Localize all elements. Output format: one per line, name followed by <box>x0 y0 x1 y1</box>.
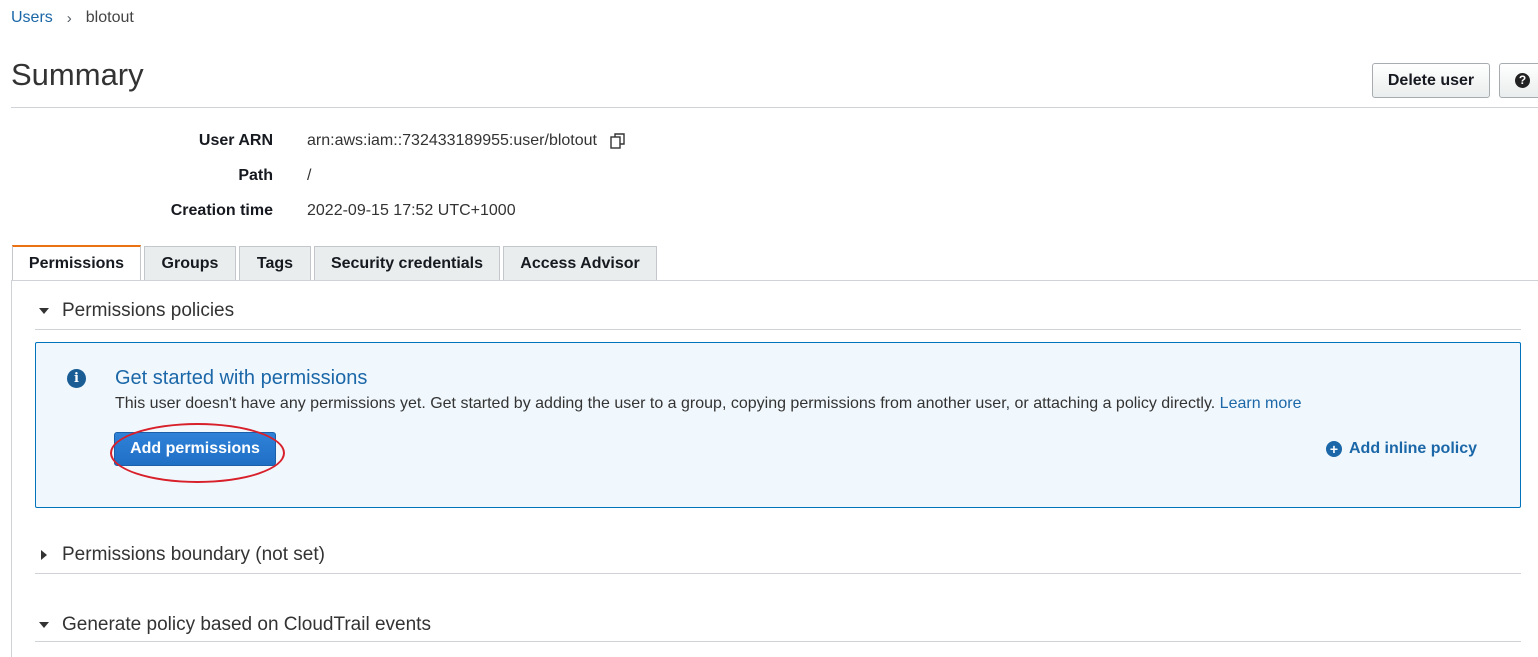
tabs-divider <box>11 280 1538 281</box>
chevron-right-icon: › <box>66 9 72 27</box>
breadcrumb-current: blotout <box>85 9 134 26</box>
section-divider <box>35 573 1521 574</box>
tab-panel-border <box>11 280 12 657</box>
add-inline-policy-link[interactable]: + Add inline policy <box>1326 440 1477 458</box>
path-label: Path <box>238 167 273 184</box>
info-title: Get started with permissions <box>115 367 368 389</box>
permissions-boundary-header[interactable]: Permissions boundary (not set) <box>38 544 325 566</box>
user-arn-text: arn:aws:iam::732433189955:user/blotout <box>307 132 597 149</box>
delete-user-button[interactable]: Delete user <box>1372 63 1490 98</box>
path-value: / <box>307 167 312 184</box>
tab-security-credentials[interactable]: Security credentials <box>314 246 500 281</box>
section-divider <box>35 641 1521 642</box>
generate-policy-header[interactable]: Generate policy based on CloudTrail even… <box>39 614 431 636</box>
title-divider <box>11 107 1538 108</box>
caret-down-icon <box>39 308 49 314</box>
creation-time-label: Creation time <box>170 202 273 219</box>
learn-more-link[interactable]: Learn more <box>1220 395 1302 412</box>
info-icon: i <box>67 369 86 388</box>
section-divider <box>35 329 1521 330</box>
caret-right-icon <box>41 550 47 560</box>
breadcrumb: Users › blotout <box>11 9 134 27</box>
breadcrumb-users-link[interactable]: Users <box>11 9 53 27</box>
tab-groups[interactable]: Groups <box>144 246 236 281</box>
copy-icon[interactable] <box>609 132 627 150</box>
help-button[interactable]: ? <box>1499 63 1538 98</box>
creation-time-value: 2022-09-15 17:52 UTC+1000 <box>307 202 516 219</box>
permissions-policies-header[interactable]: Permissions policies <box>39 300 234 322</box>
info-description: This user doesn't have any permissions y… <box>115 395 1302 413</box>
user-arn-label: User ARN <box>198 132 273 149</box>
add-inline-policy-label: Add inline policy <box>1349 440 1478 457</box>
tab-tags[interactable]: Tags <box>239 246 311 281</box>
page-title: Summary <box>11 57 144 92</box>
permissions-boundary-title: Permissions boundary (not set) <box>62 544 325 565</box>
permissions-policies-title: Permissions policies <box>62 300 235 321</box>
generate-policy-title: Generate policy based on CloudTrail even… <box>62 614 431 635</box>
info-description-text: This user doesn't have any permissions y… <box>115 395 1216 412</box>
plus-circle-icon: + <box>1326 441 1342 457</box>
help-icon: ? <box>1515 73 1530 88</box>
tab-access-advisor[interactable]: Access Advisor <box>503 246 657 281</box>
caret-down-icon <box>39 622 49 628</box>
user-arn-value: arn:aws:iam::732433189955:user/blotout <box>307 132 627 150</box>
tab-permissions[interactable]: Permissions <box>12 245 141 281</box>
highlight-annotation <box>110 423 285 483</box>
